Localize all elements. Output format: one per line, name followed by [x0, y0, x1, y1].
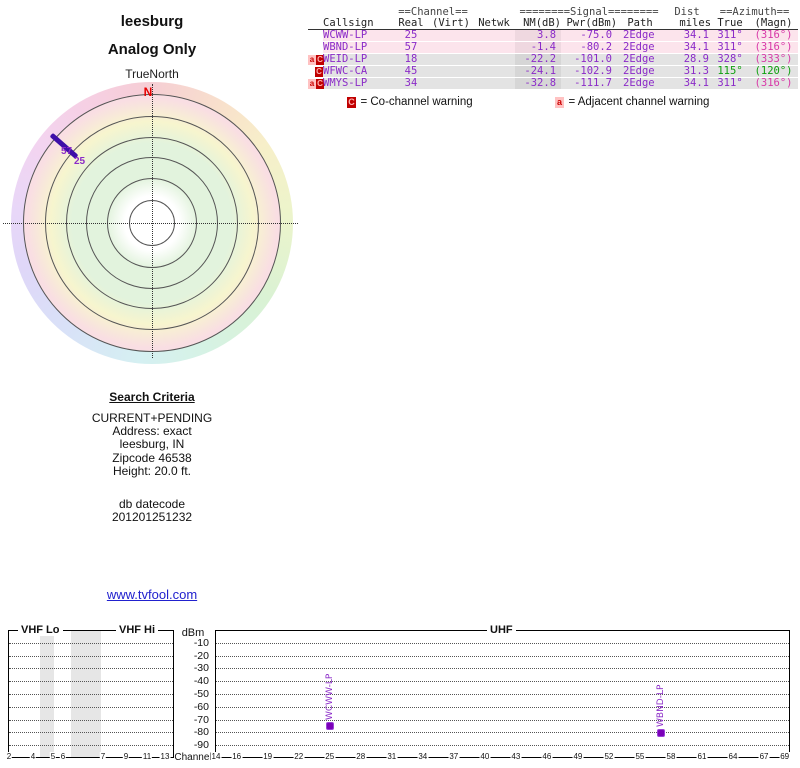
- cell-netwk: [473, 30, 516, 42]
- grid-line: [9, 745, 173, 747]
- uhf-section-label: UHF: [487, 624, 516, 636]
- grid-line: [9, 706, 173, 708]
- grid-line: [9, 642, 173, 644]
- tvfool-report-page: leesburg Analog Only TrueNorth N 57 25 =…: [0, 0, 800, 768]
- cell-real: 34: [393, 78, 429, 90]
- grid-line: [9, 681, 173, 683]
- adjacent-channel-warning-icon: a: [308, 55, 316, 65]
- search-criteria-block: CURRENT+PENDING Address: exact leesburg,…: [32, 411, 272, 478]
- uhf-chart-panel: [215, 630, 790, 758]
- channel-axis-label: Channel: [174, 752, 212, 763]
- cell-path: 2Edge: [617, 78, 664, 90]
- dbm-tick-label: -80: [193, 726, 209, 739]
- row-warning-cell: aC: [308, 78, 324, 90]
- dbm-tick-label: -70: [193, 713, 209, 726]
- grid-line: [216, 668, 789, 670]
- dbm-tick-label: -30: [193, 662, 209, 675]
- radar-crosshair-vertical: [152, 84, 153, 358]
- grid-line: [216, 706, 789, 708]
- cell-virt: [429, 30, 474, 42]
- cell-nm: -32.8: [515, 78, 562, 90]
- co-channel-legend: C = Co-channel warning: [347, 92, 473, 110]
- cell-netwk: [473, 66, 516, 78]
- col-header-virt: (Virt): [429, 18, 474, 30]
- grid-line: [216, 719, 789, 721]
- radar-crosshair-horizontal: [3, 223, 298, 224]
- vhf-lo-section-label: VHF Lo: [18, 624, 63, 636]
- col-header-netwk: Netwk: [473, 18, 516, 30]
- dbm-tick-label: -20: [193, 649, 209, 662]
- adjacent-channel-legend-text: = Adjacent channel warning: [568, 96, 710, 108]
- row-warning-cell: C: [308, 66, 323, 78]
- grid-line: [9, 732, 173, 734]
- dbm-tick-label: -60: [193, 700, 209, 713]
- cell-virt: [429, 42, 474, 54]
- cell-magn: (316°): [749, 78, 799, 90]
- north-marker: N: [143, 85, 153, 99]
- adjacent-channel-legend: a = Adjacent channel warning: [555, 92, 709, 110]
- db-datecode-block: db datecode 201201251232: [32, 497, 272, 525]
- grid-line: [216, 681, 789, 683]
- row-warning-cell: aC: [308, 54, 324, 66]
- dbm-tick-label: -50: [193, 688, 209, 700]
- co-channel-warning-icon: C: [315, 67, 323, 77]
- page-title: leesburg: [120, 13, 184, 30]
- co-channel-warning-icon: C: [347, 97, 356, 108]
- adjacent-channel-warning-icon: a: [308, 79, 316, 89]
- grid-line: [216, 745, 789, 747]
- cell-netwk: [473, 78, 516, 90]
- cell-virt: [429, 54, 474, 66]
- co-channel-legend-text: = Co-channel warning: [360, 96, 473, 108]
- grid-line: [9, 694, 173, 695]
- criteria-line: leesburg, IN: [119, 437, 185, 452]
- cell-virt: [429, 66, 474, 78]
- vhf-chart-panel: [8, 630, 174, 758]
- grid-line: [9, 719, 173, 721]
- cell-miles: 34.1: [663, 78, 712, 90]
- true-north-label: TrueNorth: [125, 67, 179, 81]
- dbm-tick-label: -40: [193, 675, 209, 688]
- adjacent-channel-warning-icon: a: [555, 97, 564, 108]
- search-criteria-heading: Search Criteria: [109, 390, 195, 404]
- table-row: a C WMYS-LP 34 -32.8 -111.7 2Edge 34.1 311° (316°…: [308, 78, 799, 90]
- dbm-tick-label: -90: [193, 739, 209, 752]
- datecode-value: 201201251232: [111, 510, 193, 525]
- cell-virt: [429, 78, 474, 90]
- cell-pwr: -111.7: [561, 78, 618, 90]
- criteria-line: Zipcode 46538: [112, 450, 192, 465]
- dbm-axis-label: dBm: [181, 627, 205, 639]
- row-warning-cell: [308, 42, 323, 54]
- grid-line: [216, 732, 789, 734]
- grid-line: [216, 642, 789, 644]
- tvfool-link[interactable]: www.tvfool.com: [32, 587, 272, 602]
- row-warning-cell: [308, 30, 323, 42]
- cell-netwk: [473, 42, 516, 54]
- cell-netwk: [473, 54, 516, 66]
- grid-line: [216, 694, 789, 695]
- station-table: ==Channel== ========Signal======== Dist …: [308, 7, 799, 90]
- cell-callsign: WMYS-LP: [323, 78, 393, 90]
- grid-line: [9, 655, 173, 657]
- grid-line: [9, 668, 173, 670]
- cell-true: 311°: [711, 78, 750, 90]
- radar-spoke-label-57: 57: [61, 146, 73, 157]
- criteria-line: Height: 20.0 ft.: [112, 463, 192, 478]
- page-subtitle: Analog Only: [107, 41, 197, 58]
- vhf-hi-section-label: VHF Hi: [116, 624, 159, 636]
- radar-spoke-label-25: 25: [74, 156, 86, 167]
- grid-line: [216, 655, 789, 657]
